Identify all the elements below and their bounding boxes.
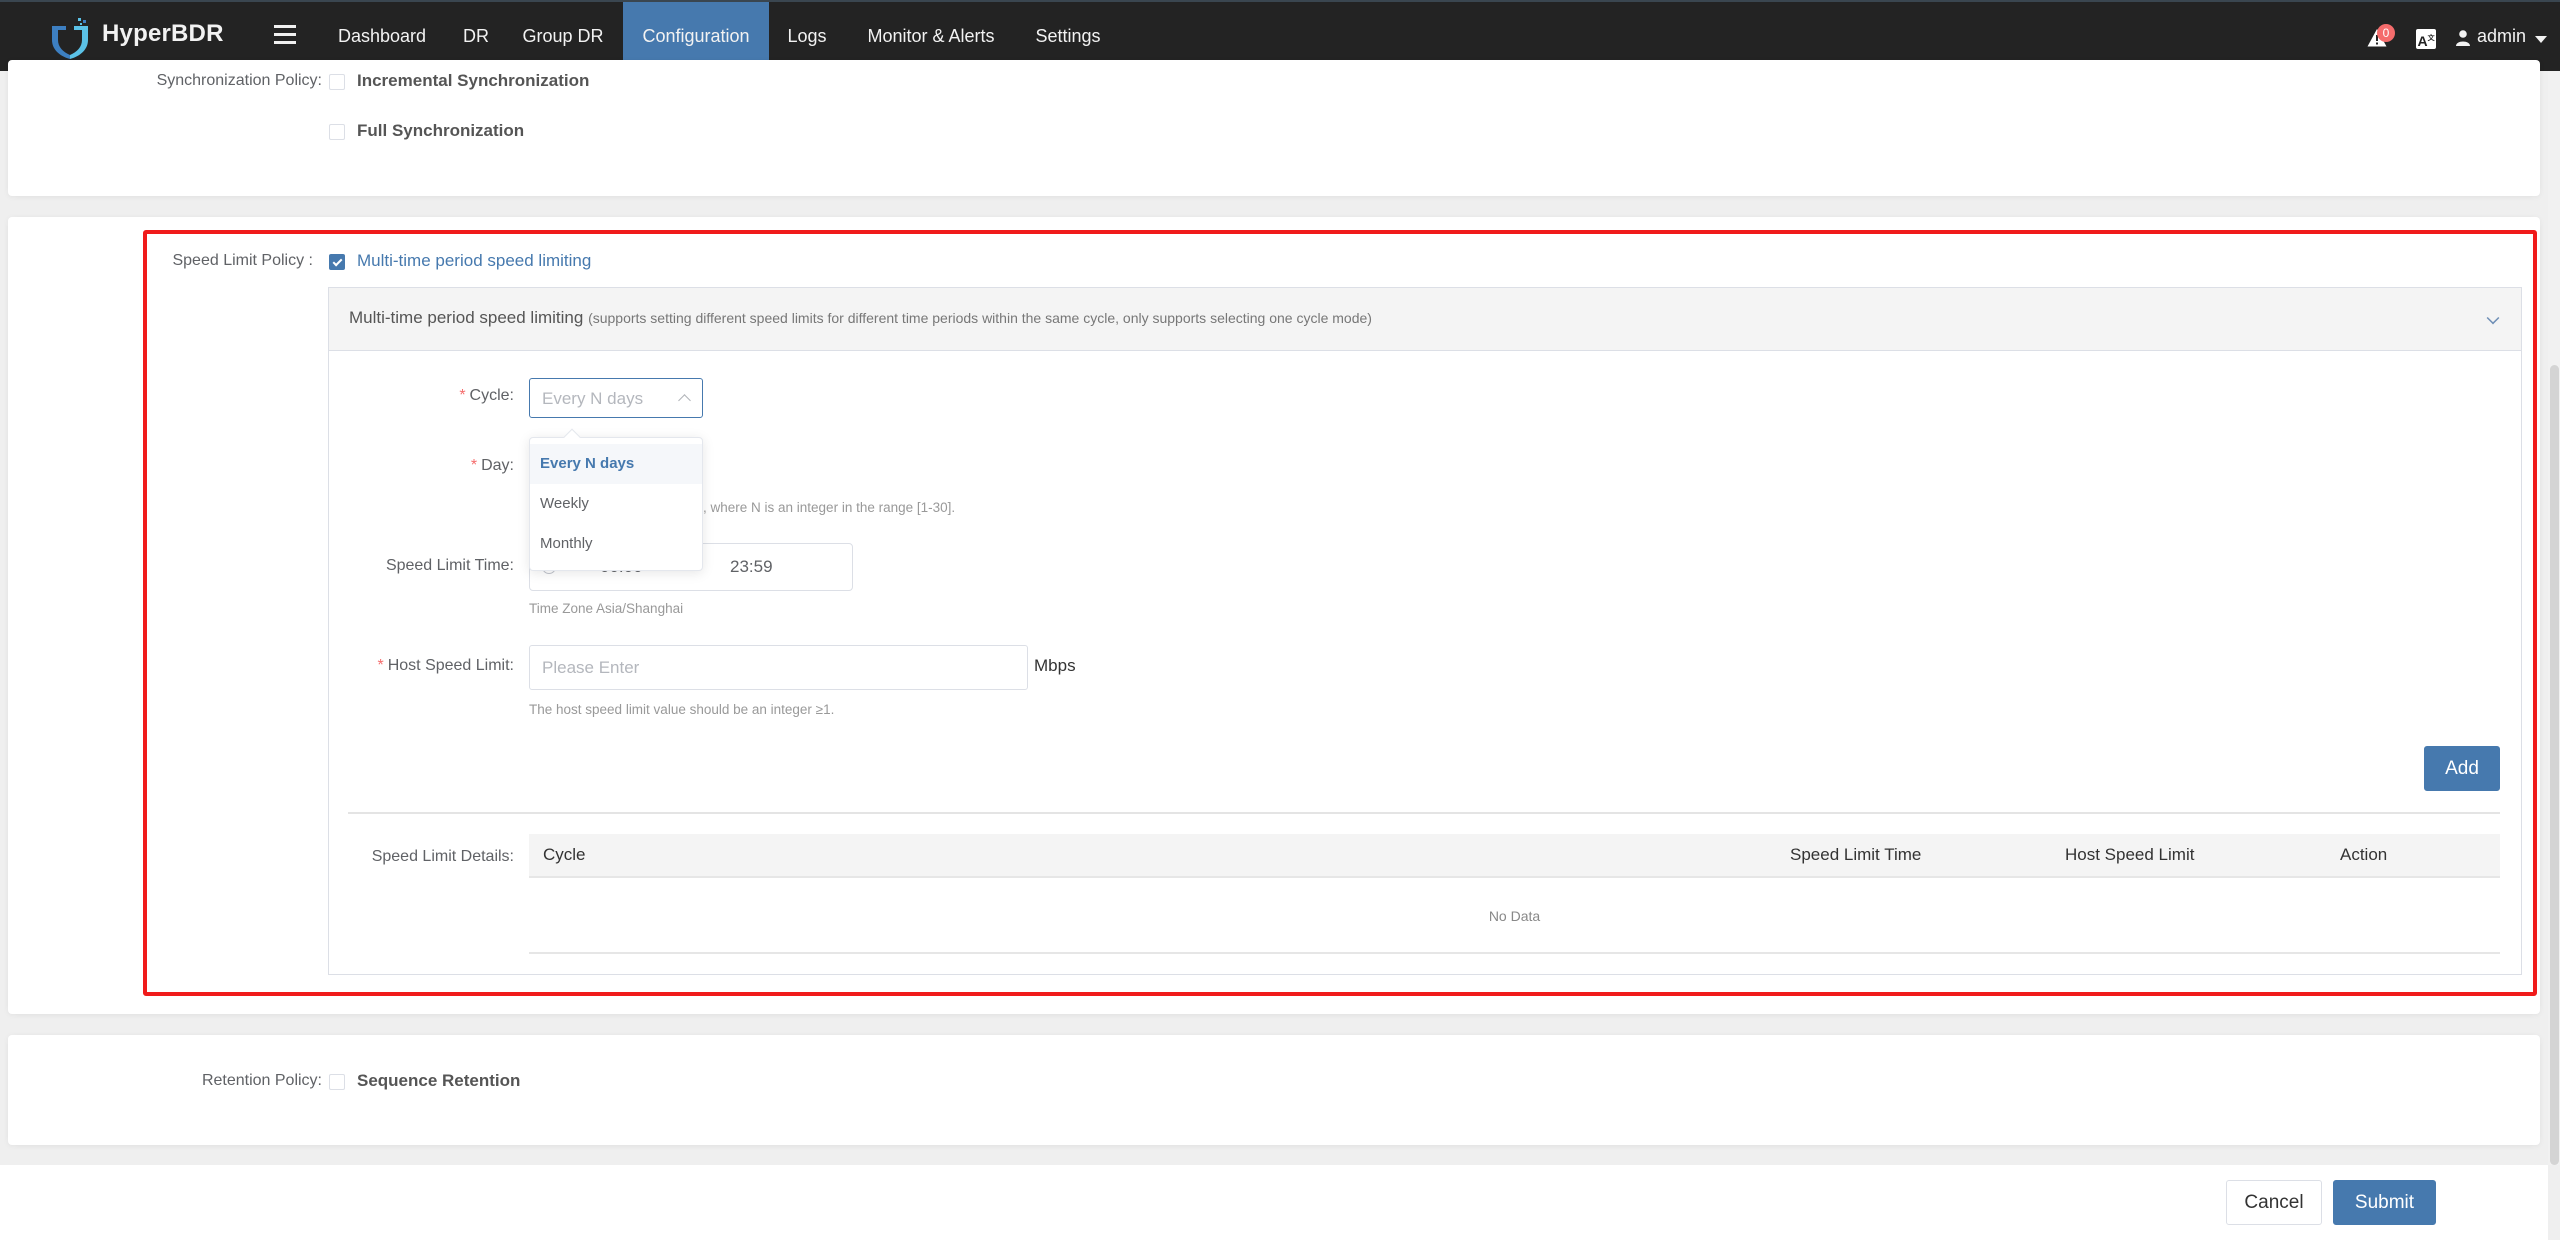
column-speed-limit-time: Speed Limit Time [1790,845,1922,864]
table-bottom-border [529,952,2500,954]
cycle-dropdown-menu: Every N days Weekly Monthly [529,428,703,571]
panel-subtitle: (supports setting different speed limits… [588,310,1372,326]
multi-period-checkbox[interactable] [329,254,345,270]
retention-policy-card: Retention Policy: Sequence Retention [8,1035,2540,1145]
full-sync-label[interactable]: Full Synchronization [357,121,524,141]
sequence-retention-label[interactable]: Sequence Retention [357,1071,520,1091]
day-label: * Day: [471,457,514,475]
cycle-select-placeholder: Every N days [542,389,644,408]
panel-title-text: Multi-time period speed limiting [349,308,584,327]
speed-limit-policy-label: Speed Limit Policy : [172,252,313,269]
panel-header[interactable]: Multi-time period speed limiting (suppor… [329,288,2521,351]
cycle-label-text: Cycle: [469,387,514,404]
end-time[interactable]: 23:59 [730,557,773,577]
sync-policy-label: Synchronization Policy: [156,72,322,89]
cycle-option-every-n-days[interactable]: Every N days [530,444,702,484]
sequence-retention-checkbox[interactable] [329,1074,345,1090]
column-cycle: Cycle [543,845,586,864]
user-menu[interactable]: admin [2477,26,2526,47]
scrollbar-thumb[interactable] [2550,365,2559,1165]
required-asterisk: * [459,387,466,404]
column-action: Action [2340,845,2388,864]
submit-button[interactable]: Submit [2333,1180,2436,1225]
cycle-option-weekly[interactable]: Weekly [530,484,702,524]
host-speed-limit-label-text: Host Speed Limit: [387,657,514,674]
divider [348,812,2500,814]
chevron-up-icon [678,394,691,407]
speed-limit-time-label: Speed Limit Time: [385,557,514,574]
page-scrollbar[interactable] [2548,71,2560,1165]
speed-unit: Mbps [1034,656,1076,675]
language-switch-icon[interactable]: A文 [2416,29,2436,49]
add-button[interactable]: Add [2424,746,2500,791]
table-header: Cycle Speed Limit Time Host Speed Limit … [529,834,2500,878]
cycle-label: * Cycle: [459,387,514,405]
incremental-sync-checkbox[interactable] [329,74,345,90]
menu-toggle-icon[interactable] [274,25,296,45]
host-speed-limit-input[interactable] [529,645,1028,690]
brand-name: HyperBDR [102,20,224,47]
panel-title: Multi-time period speed limiting (suppor… [349,308,1372,328]
incremental-sync-label[interactable]: Incremental Synchronization [357,71,589,91]
retention-policy-label: Retention Policy: [201,1072,322,1089]
chevron-down-icon[interactable] [2486,311,2500,325]
speed-limit-details-label: Speed Limit Details: [371,848,514,865]
host-speed-limit-hint: The host speed limit value should be an … [529,702,835,717]
cycle-option-monthly[interactable]: Monthly [530,524,702,564]
column-host-speed-limit: Host Speed Limit [2065,845,2195,864]
required-asterisk: * [470,457,478,474]
alert-count-badge: 0 [2377,24,2395,42]
host-speed-limit-label: * Host Speed Limit: [377,657,514,675]
cycle-select[interactable]: Every N days [529,378,703,418]
full-sync-checkbox[interactable] [329,124,345,140]
multi-period-label[interactable]: Multi-time period speed limiting [357,251,591,271]
user-icon [2456,30,2470,46]
cancel-button[interactable]: Cancel [2226,1180,2322,1225]
sync-policy-card: Synchronization Policy: Incremental Sync… [8,60,2540,196]
required-asterisk: * [377,657,384,674]
day-label-text: Day: [481,457,514,474]
hyperbdr-logo-icon [52,18,88,59]
table-empty-text: No Data [1488,908,1541,924]
timezone-hint: Time Zone Asia/Shanghai [529,601,684,616]
day-hint: , where N is an integer in the range [1-… [703,500,956,515]
form-footer: Cancel Submit [0,1165,2548,1240]
speed-limit-details-table: Cycle Speed Limit Time Host Speed Limit … [529,834,2500,954]
chevron-down-icon[interactable] [2535,36,2547,43]
